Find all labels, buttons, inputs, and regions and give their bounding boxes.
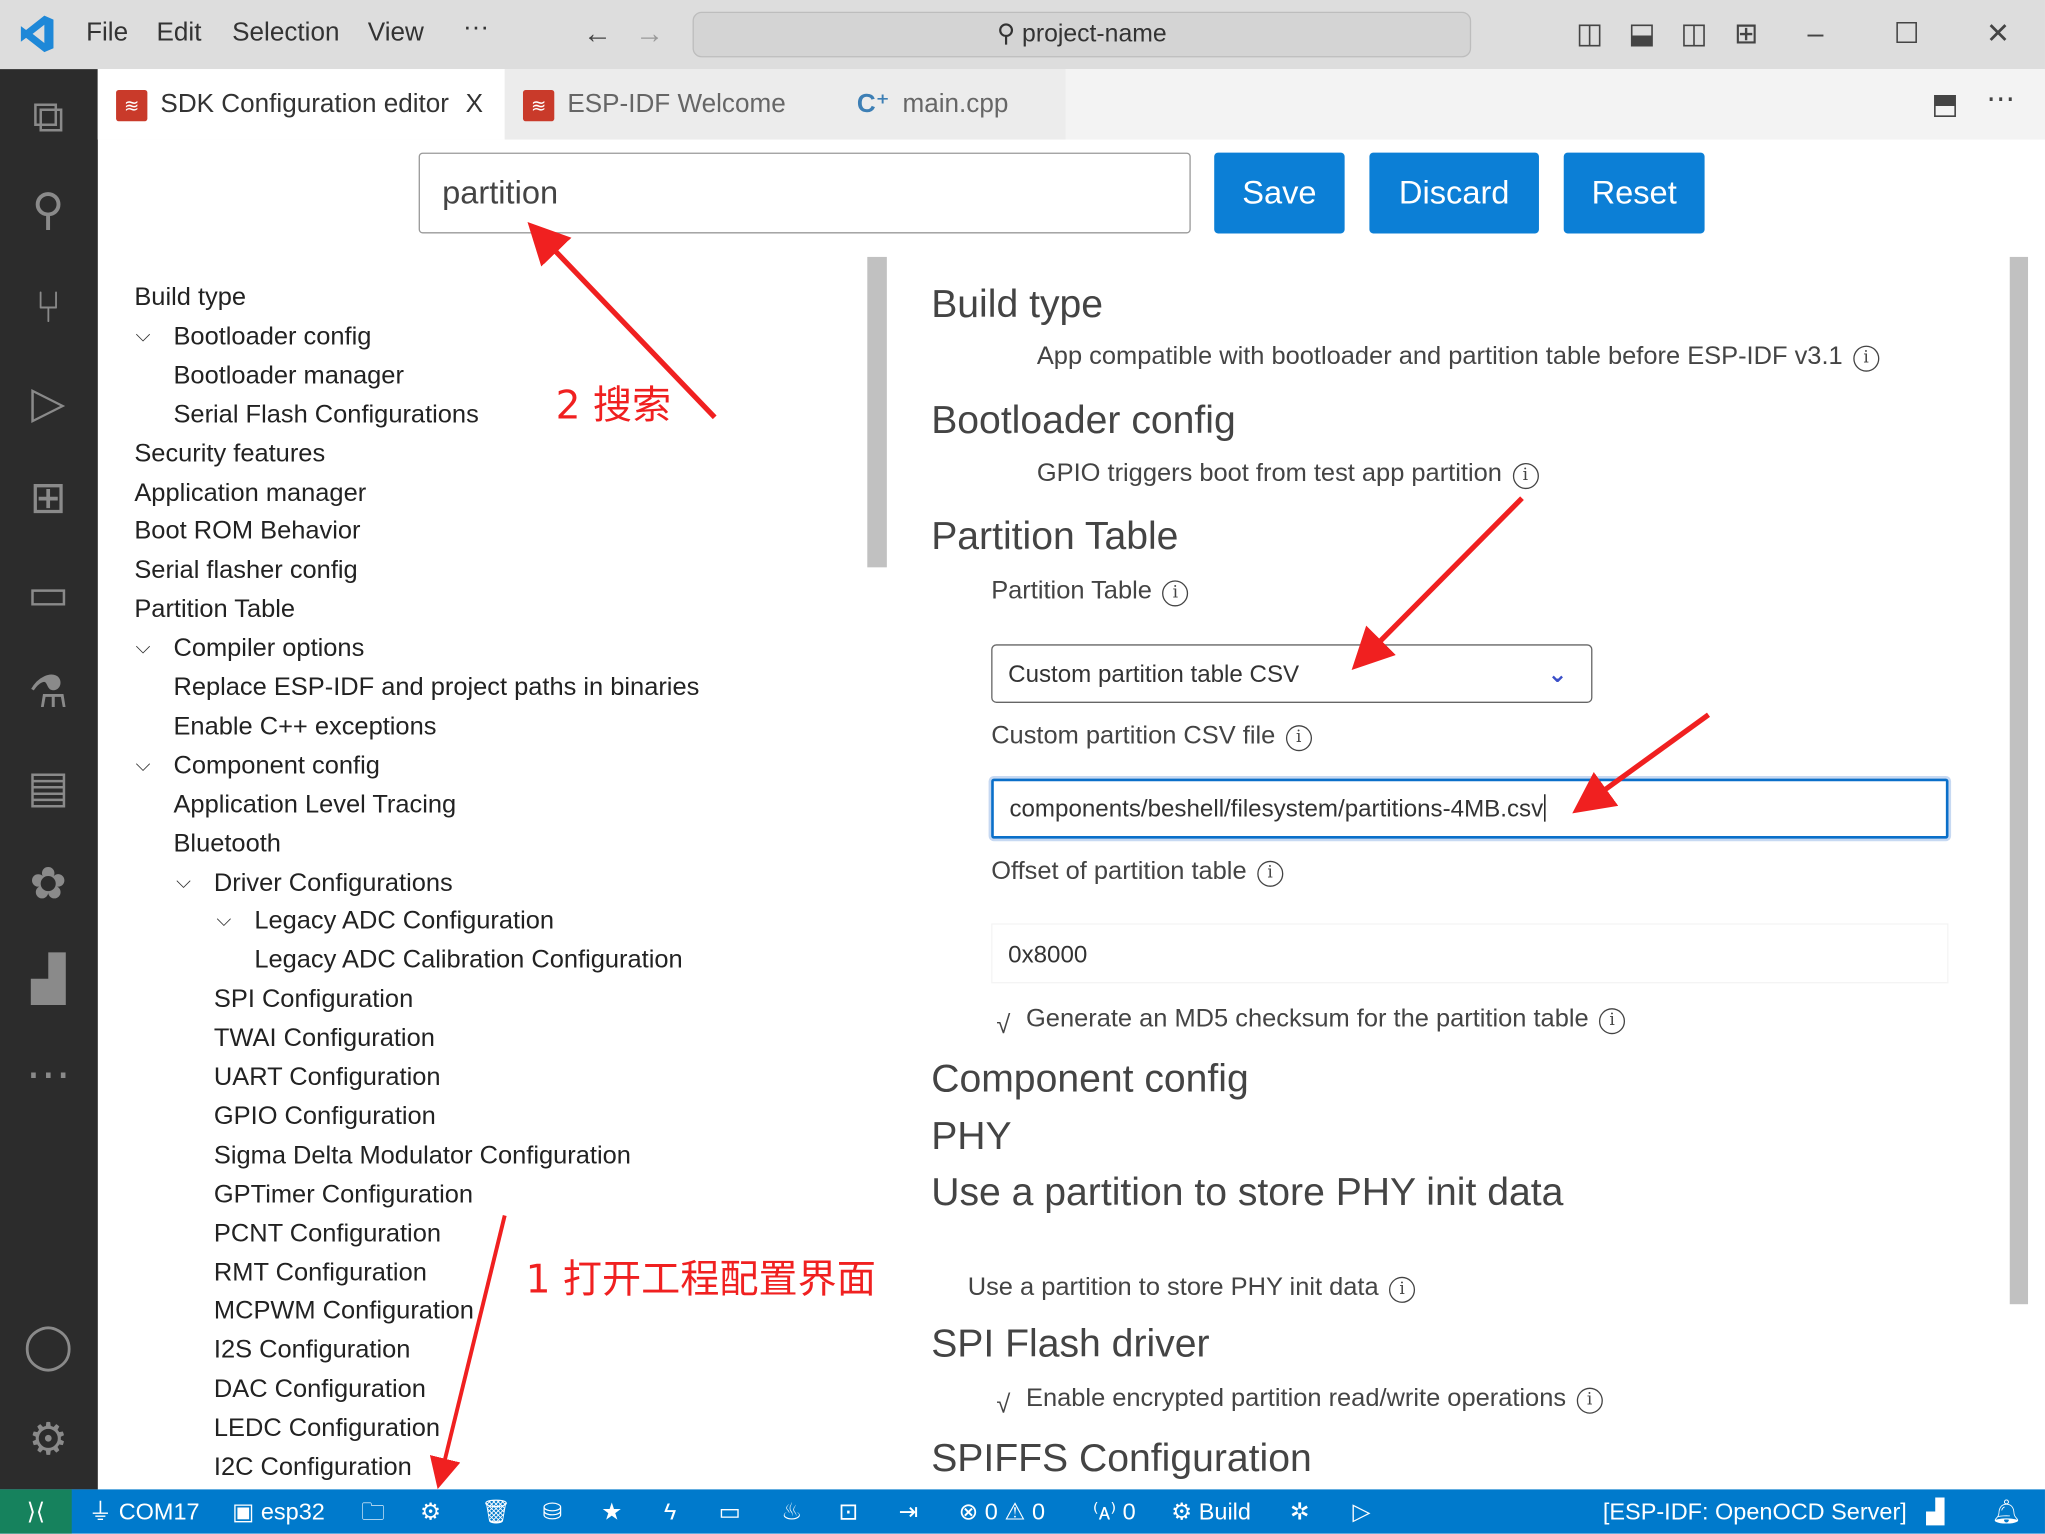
- run-icon[interactable]: ▷: [1352, 1489, 1370, 1533]
- flash-icon[interactable]: ϟ: [664, 1489, 676, 1533]
- upload-icon[interactable]: ⇥: [899, 1489, 919, 1533]
- remote-icon[interactable]: ⟩⟨: [0, 1489, 72, 1534]
- openocd-server[interactable]: [ESP-IDF: OpenOCD Server]: [1603, 1489, 1907, 1533]
- annotation-search: 2 搜索: [555, 383, 672, 430]
- plug-icon: ⏚: [88, 1498, 119, 1525]
- broadcast-icon: ⁽ᴀ⁾: [1092, 1498, 1123, 1525]
- sdk-config-gear-icon[interactable]: ⚙: [420, 1489, 441, 1533]
- debug-icon[interactable]: ✲: [1290, 1489, 1310, 1533]
- trash-icon[interactable]: 🗑: [481, 1489, 511, 1533]
- build-button[interactable]: ⚙ Build: [1171, 1489, 1251, 1533]
- chip-icon: ▣: [232, 1498, 261, 1525]
- esp-idf-icon[interactable]: ▟: [1926, 1489, 1944, 1533]
- monitor-icon[interactable]: ▭: [719, 1489, 741, 1533]
- com-port[interactable]: ⏚ COM17: [89, 1489, 200, 1533]
- annotation-open-config: 1 打开工程配置界面: [525, 1257, 876, 1303]
- notifications-bell-icon[interactable]: 🔔︎: [1992, 1489, 2022, 1533]
- arrow-to-select: [1351, 496, 1524, 670]
- target-chip[interactable]: ▣ esp32: [232, 1489, 325, 1533]
- arrow-to-statusbar: [429, 1215, 507, 1490]
- warning-icon: ⚠: [1004, 1498, 1032, 1525]
- arrow-to-csv: [1572, 712, 1711, 814]
- terminal-icon[interactable]: ⊡: [839, 1489, 859, 1533]
- gear-icon: ⚙: [1171, 1498, 1199, 1525]
- folder-icon[interactable]: 🗀: [361, 1489, 384, 1533]
- status-bar: ⟩⟨ ⏚ COM17 ▣ esp32 🗀 ⚙ 🗑 ⛁ ★ ϟ ▭ ♨ ⊡ ⇥ ⊗…: [0, 1489, 2045, 1534]
- annotation-arrows: [429, 222, 1711, 1490]
- ports[interactable]: ⁽ᴀ⁾ 0: [1093, 1489, 1136, 1533]
- database-icon[interactable]: ⛁: [543, 1489, 563, 1533]
- star-icon[interactable]: ★: [601, 1489, 622, 1533]
- problems[interactable]: ⊗ 0 ⚠ 0: [959, 1489, 1045, 1533]
- flame-icon[interactable]: ♨: [781, 1489, 802, 1533]
- error-icon: ⊗: [958, 1498, 985, 1525]
